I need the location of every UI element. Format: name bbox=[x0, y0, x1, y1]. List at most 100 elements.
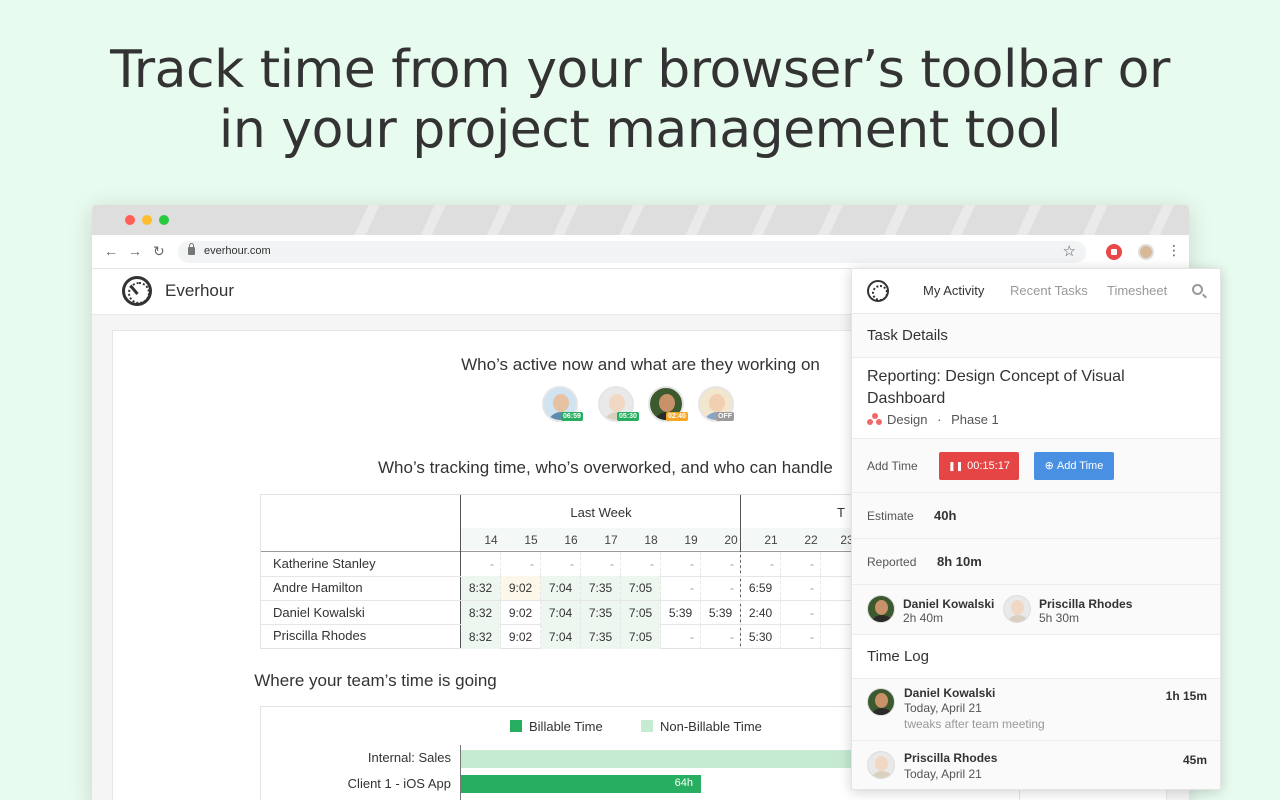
everhour-logo-icon bbox=[867, 280, 889, 302]
tab-timesheet[interactable]: Timesheet bbox=[1107, 283, 1167, 298]
table-row-name[interactable]: Katherine Stanley bbox=[273, 556, 376, 571]
address-bar[interactable]: everhour.com ☆ bbox=[178, 241, 1086, 263]
legend-billable-label: Billable Time bbox=[529, 719, 603, 734]
brand-name: Everhour bbox=[165, 281, 234, 300]
browser-titlebar bbox=[92, 205, 1189, 235]
add-time-row: Add Time ❚❚ 00:15:17 ⊕ Add Time bbox=[852, 439, 1220, 493]
table-cell: - bbox=[781, 625, 821, 649]
day-header: 22 bbox=[804, 533, 818, 547]
legend-billable: Billable Time bbox=[510, 719, 603, 734]
search-icon[interactable] bbox=[1192, 284, 1203, 295]
estimate-value[interactable]: 40h bbox=[934, 508, 956, 523]
browser-toolbar: ← → ↻ everhour.com ☆ ⋮ bbox=[92, 235, 1189, 269]
record-icon[interactable] bbox=[1106, 244, 1122, 260]
table-cell: - bbox=[781, 552, 821, 576]
day-header: 14 bbox=[484, 533, 498, 547]
table-row-name[interactable]: Andre Hamilton bbox=[273, 580, 363, 595]
lock-icon bbox=[188, 243, 195, 255]
task-details-label: Task Details bbox=[867, 327, 948, 344]
status-badge: 06:59 bbox=[561, 412, 583, 421]
table-cell: - bbox=[501, 552, 541, 576]
table-cell: 7:05 bbox=[621, 625, 661, 649]
tab-recent-tasks[interactable]: Recent Tasks bbox=[1010, 283, 1088, 298]
log-duration: 45m bbox=[1182, 753, 1207, 767]
timesheet-table: Last Week T 14 15 16 17 18 19 20 21 22 2… bbox=[260, 494, 861, 649]
table-row-name[interactable]: Priscilla Rhodes bbox=[273, 628, 366, 643]
avatar bbox=[867, 595, 895, 623]
minimize-window-dot[interactable] bbox=[142, 215, 152, 225]
table-cell: 9:02 bbox=[501, 625, 541, 649]
project-name[interactable]: Design bbox=[887, 412, 927, 427]
reload-icon[interactable]: ↻ bbox=[153, 243, 165, 260]
forward-icon[interactable]: → bbox=[128, 243, 142, 259]
table-cell: - bbox=[661, 576, 701, 600]
chart-category-label: Client 1 - iOS App bbox=[347, 776, 451, 791]
avatar bbox=[867, 688, 895, 716]
timer-value: 00:15:17 bbox=[967, 460, 1010, 472]
log-duration: 1h 15m bbox=[1165, 689, 1207, 703]
table-cell: 7:35 bbox=[581, 625, 621, 649]
add-time-button-label: Add Time bbox=[1056, 460, 1104, 472]
table-cell: 7:05 bbox=[621, 601, 661, 625]
table-cell: - bbox=[701, 625, 741, 649]
legend-non-billable: Non-Billable Time bbox=[641, 719, 762, 734]
table-cell: 7:35 bbox=[581, 576, 621, 600]
table-cell: 8:32 bbox=[461, 576, 501, 600]
headline-line-1: Track time from your browser’s toolbar o… bbox=[110, 40, 1170, 100]
table-row-name[interactable]: Daniel Kowalski bbox=[273, 605, 365, 620]
add-time-button[interactable]: ⊕ Add Time bbox=[1034, 452, 1114, 480]
time-log-label: Time Log bbox=[867, 648, 929, 665]
task-title[interactable]: Reporting: Design Concept of Visual Dash… bbox=[867, 366, 1197, 410]
phase-name[interactable]: Phase 1 bbox=[951, 412, 999, 427]
log-date: Today, April 21 bbox=[904, 701, 982, 715]
close-window-dot[interactable] bbox=[125, 215, 135, 225]
chart-bar-billable[interactable]: 64h bbox=[461, 775, 701, 793]
log-user-name: Priscilla Rhodes bbox=[904, 751, 998, 765]
time-log-entry[interactable]: Daniel Kowalski Today, April 21 tweaks a… bbox=[852, 679, 1220, 741]
avatar bbox=[867, 751, 895, 779]
table-cell: 2:40 bbox=[741, 601, 781, 625]
table-cell: 8:32 bbox=[461, 625, 501, 649]
headline-line-2: in your project management tool bbox=[218, 100, 1062, 160]
status-badge: OFF bbox=[716, 412, 734, 421]
maximize-window-dot[interactable] bbox=[159, 215, 169, 225]
table-cell: 7:05 bbox=[621, 576, 661, 600]
chart-bar-non-billable[interactable] bbox=[461, 750, 863, 768]
asana-icon bbox=[867, 413, 883, 425]
tab-my-activity[interactable]: My Activity bbox=[923, 283, 984, 298]
contributor-name: Daniel Kowalski bbox=[903, 597, 995, 611]
add-time-label: Add Time bbox=[867, 459, 918, 473]
star-icon[interactable]: ☆ bbox=[1063, 242, 1076, 260]
table-cell: 7:35 bbox=[581, 601, 621, 625]
url-text: everhour.com bbox=[204, 245, 271, 257]
day-header: 19 bbox=[684, 533, 698, 547]
table-cell: - bbox=[741, 552, 781, 576]
back-icon[interactable]: ← bbox=[104, 243, 118, 259]
contributor-time: 5h 30m bbox=[1039, 611, 1080, 625]
day-header: 16 bbox=[564, 533, 578, 547]
time-log-header: Time Log bbox=[852, 635, 1220, 679]
time-log-entry[interactable]: Priscilla Rhodes Today, April 21 45m bbox=[852, 741, 1220, 789]
table-cell: - bbox=[781, 576, 821, 600]
table-cell: 7:04 bbox=[541, 625, 581, 649]
avatar bbox=[1003, 595, 1031, 623]
contributors-row: Daniel Kowalski 2h 40m Priscilla Rhodes … bbox=[852, 585, 1220, 635]
profile-avatar[interactable] bbox=[1138, 244, 1154, 260]
table-cell: - bbox=[661, 625, 701, 649]
everhour-logo-icon bbox=[122, 276, 152, 306]
reported-value: 8h 10m bbox=[937, 554, 982, 569]
task-details-header: Task Details bbox=[852, 314, 1220, 358]
day-header: 17 bbox=[604, 533, 618, 547]
table-cell: - bbox=[621, 552, 661, 576]
legend-swatch-billable bbox=[510, 720, 522, 732]
table-cell: 7:04 bbox=[541, 576, 581, 600]
popup-header: My Activity Recent Tasks Timesheet bbox=[852, 269, 1220, 314]
reported-row: Reported 8h 10m bbox=[852, 539, 1220, 585]
estimate-row: Estimate 40h bbox=[852, 493, 1220, 539]
legend-swatch-non-billable bbox=[641, 720, 653, 732]
stop-timer-button[interactable]: ❚❚ 00:15:17 bbox=[939, 452, 1019, 480]
week-label: Last Week bbox=[570, 505, 632, 520]
plus-circle-icon: ⊕ bbox=[1044, 460, 1054, 472]
estimate-label: Estimate bbox=[867, 509, 914, 523]
kebab-icon[interactable]: ⋮ bbox=[1167, 242, 1181, 259]
